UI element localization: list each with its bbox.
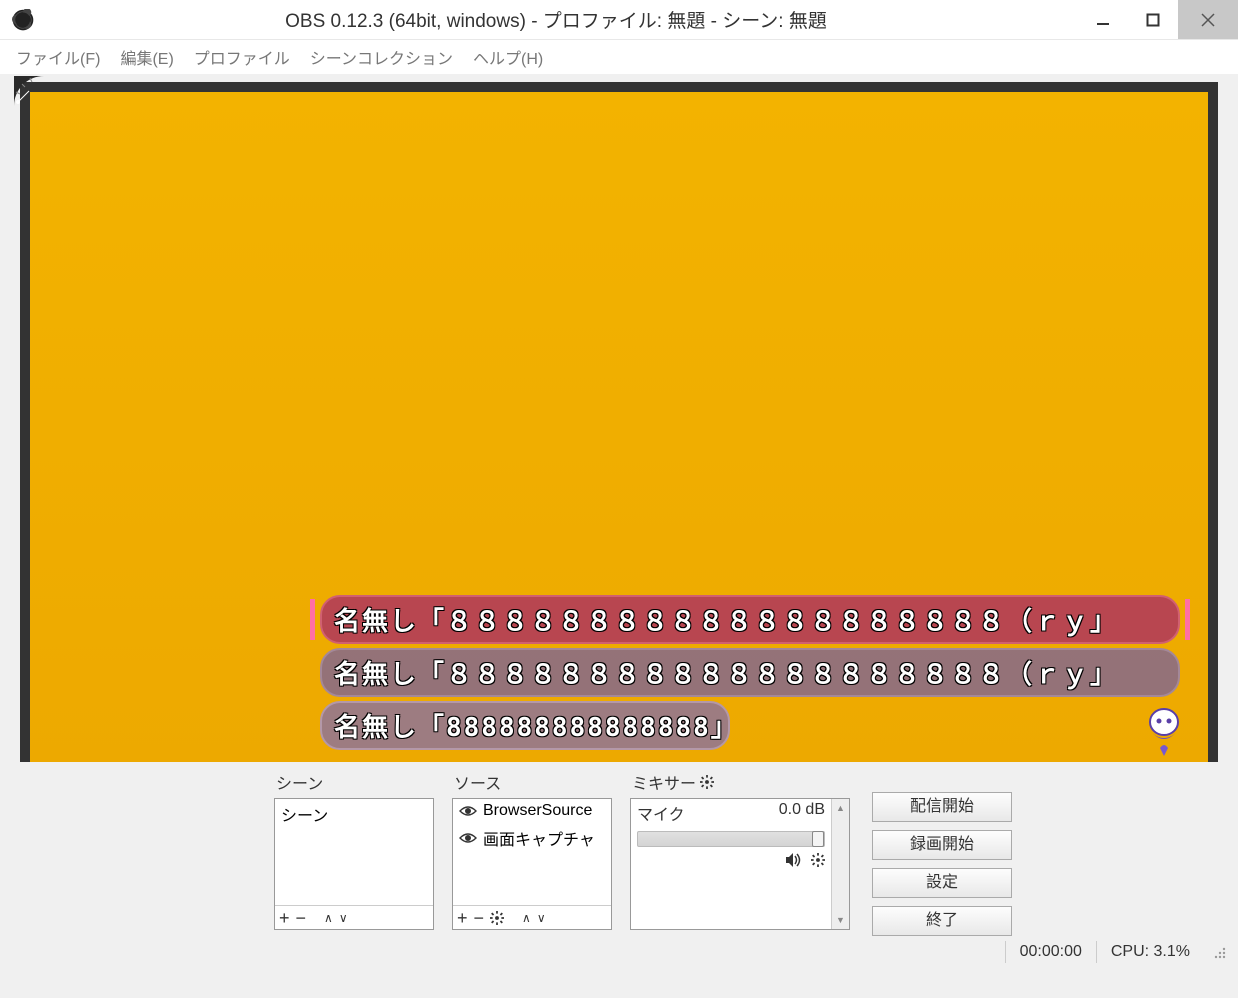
mixer-scrollbar[interactable]: ▲ ▼ bbox=[831, 799, 849, 929]
minimize-button[interactable] bbox=[1078, 0, 1128, 39]
scene-item[interactable]: シーン bbox=[275, 799, 433, 829]
action-buttons: 配信開始 録画開始 設定 終了 bbox=[872, 792, 1012, 936]
sources-title: ソース bbox=[452, 768, 612, 798]
mixer-title-label: ミキサー bbox=[632, 770, 696, 794]
obs-app-icon bbox=[12, 9, 34, 31]
mixer-volume-slider[interactable] bbox=[637, 831, 825, 847]
bottom-panels: シーン シーン + − ∧ ∨ ソース bbox=[0, 762, 1238, 936]
scenes-title: シーン bbox=[274, 768, 434, 798]
source-settings-button[interactable] bbox=[490, 911, 504, 925]
remove-source-button[interactable]: − bbox=[474, 909, 485, 927]
exit-button[interactable]: 終了 bbox=[872, 906, 1012, 936]
scene-down-button[interactable]: ∨ bbox=[339, 912, 348, 924]
preview-canvas[interactable]: 名無し「８８８８８８８８８８８８８８８８８８８８（ｒｙ」 名無し「８８８８８８８… bbox=[30, 92, 1208, 762]
speaker-icon[interactable] bbox=[785, 853, 801, 867]
source-item[interactable]: BrowserSource bbox=[453, 799, 611, 823]
source-label: 画面キャプチャ bbox=[483, 826, 595, 850]
channel-settings-button[interactable] bbox=[811, 853, 825, 867]
mixer-title: ミキサー bbox=[630, 768, 850, 798]
menu-profile[interactable]: プロファイル bbox=[184, 39, 300, 75]
scenes-list[interactable]: シーン + − ∧ ∨ bbox=[274, 798, 434, 930]
mixer-panel: ミキサー マイク 0.0 dB bbox=[630, 768, 850, 930]
maximize-button[interactable] bbox=[1128, 0, 1178, 39]
sources-toolbar: + − ∧ ∨ bbox=[453, 905, 611, 929]
sources-panel: ソース BrowserSource 画面キャプチャ + − bbox=[452, 768, 612, 930]
add-scene-button[interactable]: + bbox=[279, 909, 290, 927]
scene-up-button[interactable]: ∧ bbox=[324, 912, 333, 924]
source-item[interactable]: 画面キャプチャ bbox=[453, 823, 611, 853]
window-controls bbox=[1078, 0, 1238, 39]
start-streaming-button[interactable]: 配信開始 bbox=[872, 792, 1012, 822]
menu-scene-collection[interactable]: シーンコレクション bbox=[300, 39, 463, 75]
avatar-icon bbox=[1142, 708, 1186, 756]
source-label: BrowserSource bbox=[483, 802, 592, 820]
remove-scene-button[interactable]: − bbox=[296, 909, 307, 927]
chat-overlay: 名無し「８８８８８８８８８８８８８８８８８８８８（ｒｙ」 名無し「８８８８８８８… bbox=[320, 595, 1180, 754]
menu-help[interactable]: ヘルプ(H) bbox=[463, 39, 553, 75]
mixer-settings-button[interactable] bbox=[700, 775, 714, 789]
status-cpu: CPU: 3.1% bbox=[1096, 941, 1204, 963]
menu-bar: ファイル(F) 編集(E) プロファイル シーンコレクション ヘルプ(H) bbox=[0, 40, 1238, 74]
resize-grip[interactable] bbox=[1210, 943, 1228, 961]
status-bar: 00:00:00 CPU: 3.1% bbox=[0, 936, 1238, 968]
menu-file[interactable]: ファイル(F) bbox=[6, 39, 110, 75]
settings-button[interactable]: 設定 bbox=[872, 868, 1012, 898]
scroll-up-button[interactable]: ▲ bbox=[832, 799, 849, 817]
visibility-icon[interactable] bbox=[459, 832, 477, 844]
source-down-button[interactable]: ∨ bbox=[537, 912, 546, 924]
add-source-button[interactable]: + bbox=[457, 909, 468, 927]
window-title: OBS 0.12.3 (64bit, windows) - プロファイル: 無題… bbox=[34, 6, 1078, 33]
status-time: 00:00:00 bbox=[1005, 941, 1096, 963]
title-bar: OBS 0.12.3 (64bit, windows) - プロファイル: 無題… bbox=[0, 0, 1238, 40]
chat-comment: 名無し「８８８８８８８８８８８８８８８８８８８８（ｒｙ」 bbox=[320, 595, 1180, 644]
source-up-button[interactable]: ∧ bbox=[522, 912, 531, 924]
client-area: 名無し「８８８８８８８８８８８８８８８８８８８８（ｒｙ」 名無し「８８８８８８８… bbox=[0, 74, 1238, 998]
scroll-down-button[interactable]: ▼ bbox=[832, 911, 849, 929]
mixer-box: マイク 0.0 dB ▲ ▼ bbox=[630, 798, 850, 930]
mixer-channel-name: マイク bbox=[637, 801, 685, 825]
preview-frame: 名無し「８８８８８８８８８８８８８８８８８８８８（ｒｙ」 名無し「８８８８８８８… bbox=[20, 82, 1218, 762]
menu-edit[interactable]: 編集(E) bbox=[110, 39, 183, 75]
scenes-panel: シーン シーン + − ∧ ∨ bbox=[274, 768, 434, 930]
scenes-toolbar: + − ∧ ∨ bbox=[275, 905, 433, 929]
sources-list[interactable]: BrowserSource 画面キャプチャ + − ∧ ∨ bbox=[452, 798, 612, 930]
close-button[interactable] bbox=[1178, 0, 1238, 39]
chat-comment: 名無し「888888888888888」 bbox=[320, 701, 730, 750]
visibility-icon[interactable] bbox=[459, 805, 477, 817]
slider-thumb[interactable] bbox=[812, 831, 824, 847]
start-recording-button[interactable]: 録画開始 bbox=[872, 830, 1012, 860]
chat-comment: 名無し「８８８８８８８８８８８８８８８８８８８８（ｒｙ」 bbox=[320, 648, 1180, 697]
mixer-level: 0.0 dB bbox=[779, 801, 825, 825]
